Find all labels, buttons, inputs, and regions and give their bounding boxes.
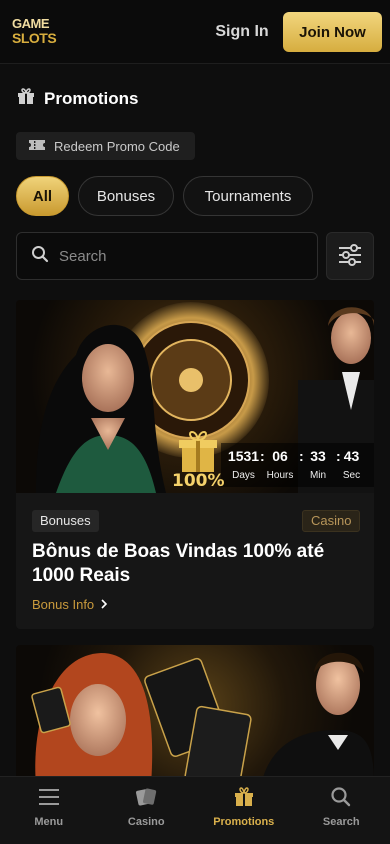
countdown-min: 33 xyxy=(310,448,326,464)
game-slots-logo[interactable]: GAME SLOTS xyxy=(12,16,57,49)
countdown-colon: : xyxy=(260,448,265,464)
ticket-icon xyxy=(28,138,46,155)
gift-icon xyxy=(233,787,255,810)
badge-casino: Casino xyxy=(302,510,361,532)
page-title: Promotions xyxy=(16,86,138,111)
countdown-timer: 1531 06 33 43 : : : Days Hours Min Sec xyxy=(226,448,366,488)
countdown-hours: 06 xyxy=(272,448,288,464)
search-icon xyxy=(31,245,49,268)
percent-label: 100% xyxy=(172,471,225,491)
bonus-info-link[interactable]: Bonus Info xyxy=(32,597,108,612)
countdown-hours-label: Hours xyxy=(266,470,294,481)
top-header: GAME SLOTS Sign In Join Now xyxy=(0,0,390,64)
bottom-navigation: Menu Casino Promotions Search xyxy=(0,776,390,844)
filter-button[interactable] xyxy=(326,232,374,280)
logo-line1: GAME xyxy=(12,16,50,31)
nav-promotions[interactable]: Promotions xyxy=(195,777,293,844)
countdown-colon: : xyxy=(336,448,341,464)
chevron-right-icon xyxy=(100,597,108,612)
gift-icon xyxy=(16,86,36,111)
tab-all[interactable]: All xyxy=(16,176,69,216)
search-box xyxy=(16,232,318,280)
countdown-sec: 43 xyxy=(343,448,360,464)
cards-icon xyxy=(135,787,157,810)
nav-search-label: Search xyxy=(322,816,360,828)
tab-bonuses[interactable]: Bonuses xyxy=(78,176,174,216)
countdown-days: 1531 xyxy=(227,448,260,464)
nav-search[interactable]: Search xyxy=(293,777,390,844)
tab-tournaments[interactable]: Tournaments xyxy=(183,176,313,216)
badge-bonuses: Bonuses xyxy=(32,510,99,532)
logo-line2: SLOTS xyxy=(12,30,57,46)
promotions-heading: Promotions xyxy=(44,88,139,108)
sign-in-button[interactable]: Sign In xyxy=(210,20,274,44)
countdown-min-label: Min xyxy=(309,470,327,481)
countdown-days-label: Days xyxy=(232,470,255,481)
redeem-promo-button[interactable]: Redeem Promo Code xyxy=(16,132,195,160)
search-icon xyxy=(330,787,352,810)
nav-casino-label: Casino xyxy=(127,816,165,828)
redeem-label: Redeem Promo Code xyxy=(54,138,180,154)
search-input[interactable] xyxy=(59,247,299,265)
nav-promotions-label: Promotions xyxy=(213,816,275,828)
join-now-button[interactable]: Join Now xyxy=(283,12,382,52)
promo-title: Bônus de Boas Vindas 100% até 1000 Reais xyxy=(32,541,325,586)
promo-card-2-image[interactable] xyxy=(16,645,374,785)
nav-casino[interactable]: Casino xyxy=(98,777,196,844)
promo-card[interactable]: 100% 1531 06 33 43 : : : Days Hours Min … xyxy=(16,300,374,629)
promo-filter-tabs: All Bonuses Tournaments xyxy=(16,176,313,216)
bonus-info-label: Bonus Info xyxy=(32,597,95,612)
nav-menu-label: Menu xyxy=(34,816,64,828)
countdown-colon: : xyxy=(299,448,304,464)
sliders-icon xyxy=(337,242,363,271)
banner-illustration-2 xyxy=(31,652,374,785)
menu-icon xyxy=(38,787,60,810)
nav-menu[interactable]: Menu xyxy=(0,777,98,844)
countdown-sec-label: Sec xyxy=(342,470,361,481)
promo-banner-image: 100% 1531 06 33 43 : : : Days Hours Min … xyxy=(16,300,374,493)
